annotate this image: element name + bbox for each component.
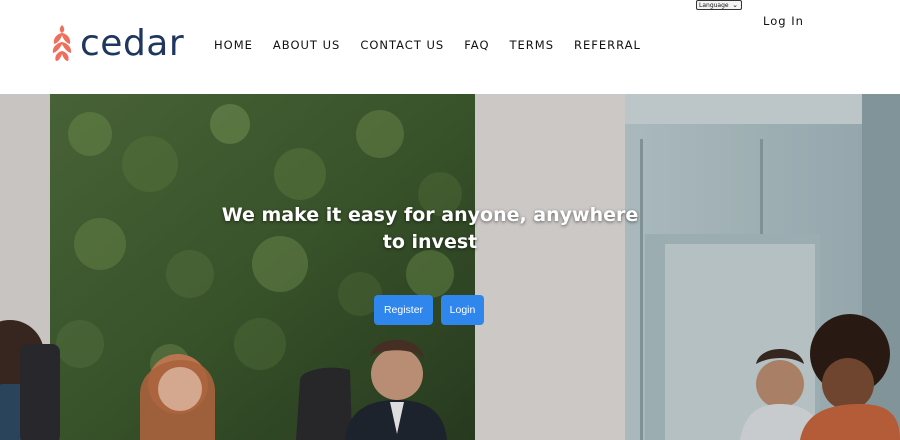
login-link[interactable]: Log In [763,14,804,28]
nav-home[interactable]: HOME [214,38,253,52]
brand-logo[interactable]: cedar [50,24,184,64]
language-select[interactable]: Language ⌄ [696,0,742,10]
nav-about-us[interactable]: ABOUT US [273,38,340,52]
nav-contact-us[interactable]: CONTACT US [360,38,444,52]
nav-terms[interactable]: TERMS [510,38,555,52]
hero-background-image [0,94,900,440]
main-nav: HOME ABOUT US CONTACT US FAQ TERMS REFER… [214,38,661,52]
site-header: cedar HOME ABOUT US CONTACT US FAQ TERMS… [0,0,900,94]
register-button[interactable]: Register [374,295,433,325]
brand-name: cedar [80,23,185,64]
hero-login-button[interactable]: Login [441,295,484,325]
hero-title: We make it easy for anyone, anywhere to … [221,204,639,253]
nav-referral[interactable]: REFERRAL [574,38,641,52]
pinecone-icon [52,25,72,61]
chevron-down-icon: ⌄ [732,1,738,9]
hero-section: We make it easy for anyone, anywhere to … [0,94,900,440]
nav-faq[interactable]: FAQ [464,38,489,52]
language-select-value: Language [699,1,729,9]
